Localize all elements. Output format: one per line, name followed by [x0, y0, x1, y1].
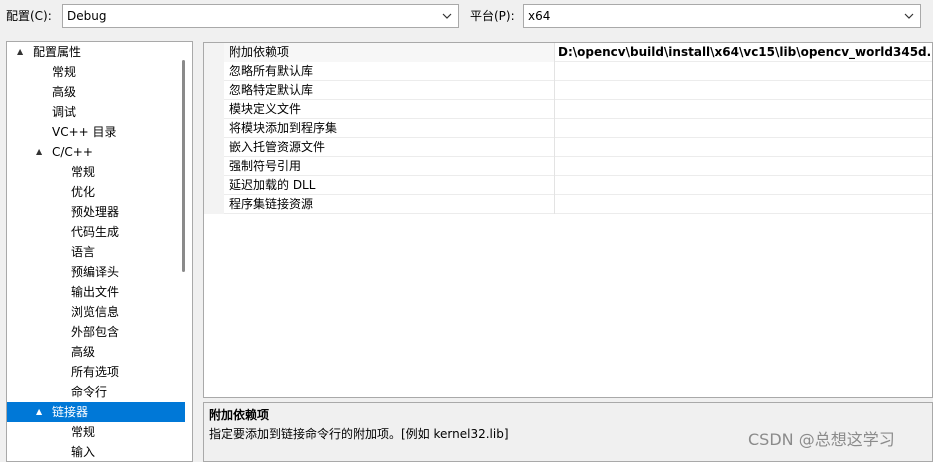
tree-item-command-line[interactable]: 命令行	[7, 382, 185, 402]
tree-item-label: 优化	[71, 185, 96, 199]
tree-item-label: 浏览信息	[71, 305, 120, 319]
tree-item-config-properties[interactable]: ▲ 配置属性	[7, 42, 185, 62]
property-value-field[interactable]	[554, 176, 932, 195]
property-row-add-module-to-assembly[interactable]: 将模块添加到程序集	[204, 119, 932, 138]
property-name: 延迟加载的 DLL	[229, 178, 316, 192]
tree-item-c-cpp[interactable]: ▲ C/C++	[7, 142, 185, 162]
property-row-delay-loaded-dlls[interactable]: 延迟加载的 DLL	[204, 176, 932, 195]
tree-item-label: 语言	[71, 245, 96, 259]
tree-item-label: 链接器	[52, 405, 89, 419]
tree-item-label: 高级	[52, 85, 77, 99]
tree-item-label: 常规	[71, 425, 96, 439]
property-name: 强制符号引用	[229, 159, 302, 173]
property-row-assembly-link-resource[interactable]: 程序集链接资源	[204, 195, 932, 214]
tree-item-debugging[interactable]: 调试	[7, 102, 185, 122]
tree-item-vc-directories[interactable]: VC++ 目录	[7, 122, 185, 142]
config-value: Debug	[67, 9, 107, 23]
property-tree[interactable]: ▲ 配置属性 常规 高级 调试 VC++ 目录 ▲ C/C++ 常规 优化 预处…	[6, 41, 193, 462]
config-dropdown[interactable]: Debug	[62, 4, 459, 28]
tree-item-cpp-general[interactable]: 常规	[7, 162, 185, 182]
tree-item-label: 预处理器	[71, 205, 120, 219]
expand-triangle-icon[interactable]: ▲	[17, 42, 27, 62]
tree-item-label: C/C++	[52, 145, 93, 159]
expand-triangle-icon[interactable]: ▲	[36, 402, 46, 422]
property-name: 嵌入托管资源文件	[229, 140, 326, 154]
property-name: 将模块添加到程序集	[229, 121, 338, 135]
property-row-force-symbol-references[interactable]: 强制符号引用	[204, 157, 932, 176]
property-value-field[interactable]	[554, 138, 932, 157]
tree-item-all-options[interactable]: 所有选项	[7, 362, 185, 382]
tree-item-label: VC++ 目录	[52, 125, 117, 139]
property-name: 忽略特定默认库	[229, 83, 314, 97]
tree-item-label: 配置属性	[33, 45, 82, 59]
config-label: 配置(C):	[6, 9, 52, 23]
chevron-down-icon	[904, 13, 914, 19]
property-value-field[interactable]	[554, 157, 932, 176]
tree-item-precompiled-headers[interactable]: 预编译头	[7, 262, 185, 282]
property-row-additional-dependencies[interactable]: 附加依赖项 D:\opencv\build\install\x64\vc15\l…	[204, 43, 933, 62]
tree-item-code-generation[interactable]: 代码生成	[7, 222, 185, 242]
tree-item-label: 所有选项	[71, 365, 120, 379]
property-row-ignore-specific-default-libraries[interactable]: 忽略特定默认库	[204, 81, 932, 100]
tree-scrollbar-thumb[interactable]	[182, 60, 185, 272]
tree-item-label: 输入	[71, 445, 96, 459]
tree-item-preprocessor[interactable]: 预处理器	[7, 202, 185, 222]
property-row-ignore-all-default-libraries[interactable]: 忽略所有默认库	[204, 62, 932, 81]
tree-item-language[interactable]: 语言	[7, 242, 185, 262]
tree-item-label: 输出文件	[71, 285, 120, 299]
watermark: CSDN @总想这学习	[748, 430, 895, 449]
tree-item-external-includes[interactable]: 外部包含	[7, 322, 185, 342]
platform-label: 平台(P):	[470, 9, 515, 23]
property-value-field[interactable]	[554, 81, 932, 100]
property-name: 程序集链接资源	[229, 197, 314, 211]
description-text: 指定要添加到链接命令行的附加项。[例如 kernel32.lib]	[209, 427, 509, 441]
property-value-field[interactable]	[554, 100, 932, 119]
tree-item-browse-information[interactable]: 浏览信息	[7, 302, 185, 322]
tree-item-optimization[interactable]: 优化	[7, 182, 185, 202]
tree-item-output-files[interactable]: 输出文件	[7, 282, 185, 302]
tree-item-label: 常规	[71, 165, 96, 179]
property-value-field[interactable]	[554, 119, 932, 138]
chevron-down-icon	[442, 13, 452, 19]
tree-item-linker-general[interactable]: 常规	[7, 422, 185, 442]
property-value-field[interactable]: D:\opencv\build\install\x64\vc15\lib\ope…	[554, 43, 933, 62]
expand-triangle-icon[interactable]: ▲	[36, 142, 46, 162]
platform-value: x64	[528, 9, 551, 23]
tree-item-label: 预编译头	[71, 265, 120, 279]
platform-dropdown[interactable]: x64	[523, 4, 921, 28]
tree-item-general[interactable]: 常规	[7, 62, 185, 82]
tree-item-input[interactable]: 输入	[7, 442, 185, 461]
property-grid: 附加依赖项 D:\opencv\build\install\x64\vc15\l…	[203, 42, 933, 398]
tree-item-label: 外部包含	[71, 325, 120, 339]
property-value: D:\opencv\build\install\x64\vc15\lib\ope…	[558, 45, 933, 59]
tree-item-label: 命令行	[71, 385, 108, 399]
tree-item-label: 常规	[52, 65, 77, 79]
tree-item-linker[interactable]: ▲ 链接器	[7, 402, 185, 422]
tree-item-label: 高级	[71, 345, 96, 359]
tree-item-label: 调试	[52, 105, 77, 119]
property-name: 附加依赖项	[229, 45, 290, 59]
tree-item-advanced[interactable]: 高级	[7, 82, 185, 102]
tree-item-cpp-advanced[interactable]: 高级	[7, 342, 185, 362]
tree-item-label: 代码生成	[71, 225, 120, 239]
property-row-embed-managed-resource-file[interactable]: 嵌入托管资源文件	[204, 138, 932, 157]
property-name: 忽略所有默认库	[229, 64, 314, 78]
description-title: 附加依赖项	[209, 408, 270, 422]
property-value-field[interactable]	[554, 62, 932, 81]
property-name: 模块定义文件	[229, 102, 302, 116]
property-value-field[interactable]	[554, 195, 932, 214]
property-row-module-definition-file[interactable]: 模块定义文件	[204, 100, 932, 119]
